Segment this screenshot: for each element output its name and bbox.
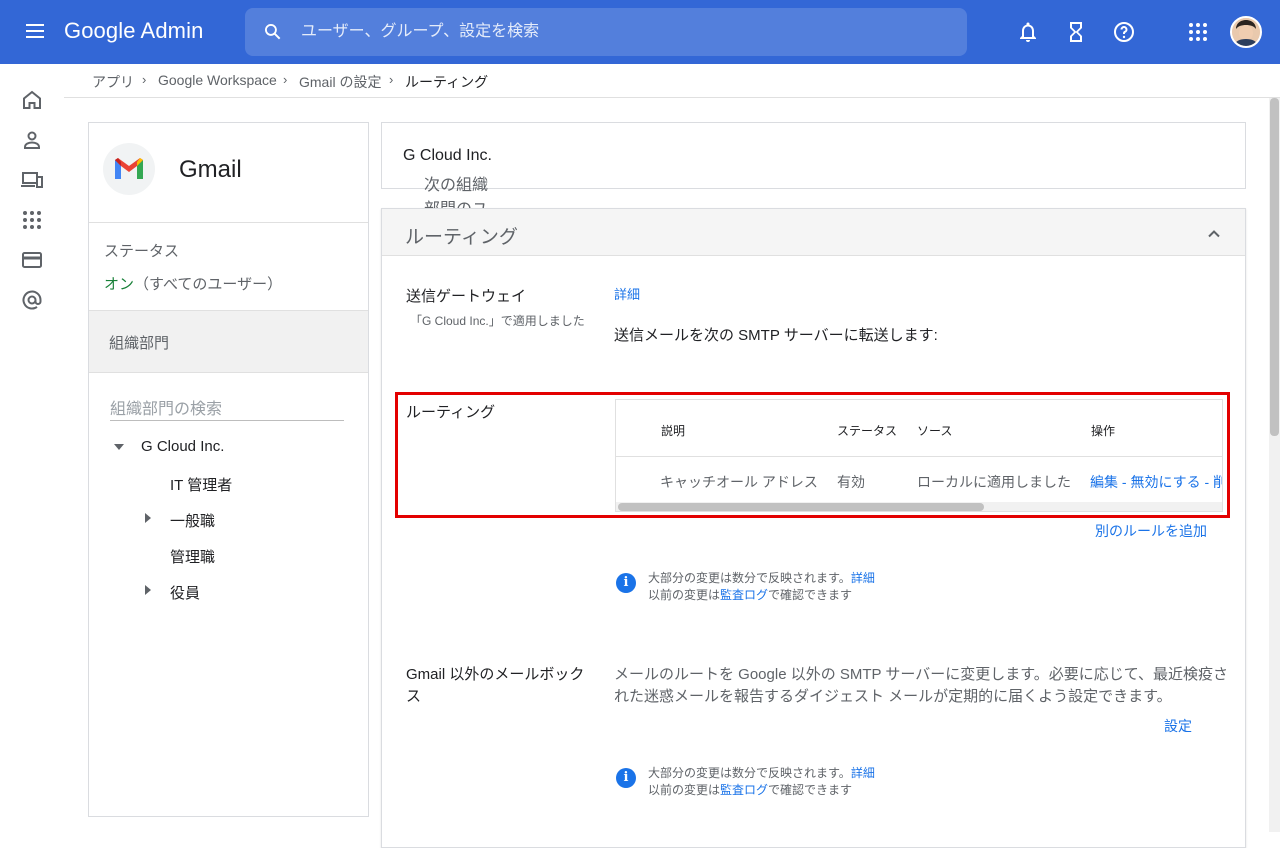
horizontal-scrollbar-thumb[interactable] <box>618 503 984 511</box>
breadcrumb-gmail-settings[interactable]: Gmail の設定 <box>299 72 381 92</box>
non-gmail-settings-link[interactable]: 設定 <box>1164 716 1192 736</box>
caret-down-icon[interactable] <box>114 444 124 450</box>
person-icon[interactable] <box>20 128 44 152</box>
info-icon: i <box>616 573 636 593</box>
org-tree-root[interactable]: G Cloud Inc. <box>141 438 224 455</box>
org-tree-item-general[interactable]: 一般職 <box>170 510 215 531</box>
column-header-status[interactable]: ステータス <box>837 422 897 439</box>
info-message-1: 大部分の変更は数分で反映されます。詳細 以前の変更は監査ログで確認できます <box>648 570 875 604</box>
outbound-applied-text: 「G Cloud Inc.」で適用しました <box>410 314 585 328</box>
non-gmail-label-line1: Gmail 以外のメールボック <box>406 666 585 683</box>
main-content: 次の組織部門のユーザー設定を表示しています: G Cloud Inc. ルーティ… <box>381 122 1246 848</box>
cell-status: 有効 <box>837 474 865 490</box>
info-message-2: 大部分の変更は数分で反映されます。詳細 以前の変更は監査ログで確認できます <box>648 765 875 799</box>
orgunit-header: 組織部門 <box>89 310 368 373</box>
top-app-bar: Google Admin <box>0 0 1280 64</box>
cell-description: キャッチオール アドレス <box>660 474 818 490</box>
search-bar[interactable] <box>245 8 967 56</box>
outbound-description: 送信メールを次の SMTP サーバーに転送します: <box>614 327 938 344</box>
search-icon[interactable] <box>263 22 283 42</box>
chevron-right-icon: › <box>389 72 394 87</box>
billing-icon[interactable] <box>20 248 44 272</box>
info-detail-link[interactable]: 詳細 <box>851 571 875 585</box>
bell-icon[interactable] <box>1016 20 1040 44</box>
gmail-logo-icon <box>103 143 155 195</box>
left-nav-rail <box>0 64 64 832</box>
org-search-input[interactable] <box>110 399 344 421</box>
info-text: 以前の変更は <box>648 783 721 797</box>
status-scope: （すべてのユーザー） <box>134 276 283 293</box>
notice-org: G Cloud Inc. <box>403 147 492 164</box>
caret-right-icon[interactable] <box>145 513 151 523</box>
audit-log-link[interactable]: 監査ログ <box>720 783 768 797</box>
hourglass-icon[interactable] <box>1064 20 1088 44</box>
org-tree-item-it-admin[interactable]: IT 管理者 <box>170 474 232 495</box>
info-text: 大部分の変更は数分で反映されます。 <box>648 571 851 585</box>
apps-icon[interactable] <box>20 208 44 232</box>
column-header-description[interactable]: 説明 <box>661 422 685 439</box>
cell-actions-links[interactable]: 編集 - 無効にする - 削除 <box>1090 472 1222 492</box>
at-icon[interactable] <box>20 288 44 312</box>
section-header[interactable]: ルーティング <box>382 209 1245 256</box>
status-value: オン（すべてのユーザー） <box>104 273 282 294</box>
breadcrumb-routing: ルーティング <box>405 74 489 90</box>
routing-label: ルーティング <box>406 404 496 421</box>
breadcrumb: アプリ › Google Workspace › Gmail の設定 › ルーテ… <box>64 64 1280 98</box>
app-logo[interactable]: Google Admin <box>64 18 203 44</box>
column-header-actions[interactable]: 操作 <box>1091 422 1115 439</box>
non-gmail-label-line2: ス <box>406 688 422 705</box>
column-header-source[interactable]: ソース <box>917 422 952 439</box>
help-icon[interactable] <box>1112 20 1136 44</box>
info-icon: i <box>616 768 636 788</box>
status-on: オン <box>104 276 135 293</box>
org-tree-item-executives[interactable]: 役員 <box>170 582 200 603</box>
chevron-up-icon[interactable] <box>1206 226 1222 242</box>
outbound-detail-link[interactable]: 詳細 <box>614 284 640 303</box>
audit-log-link[interactable]: 監査ログ <box>720 588 768 602</box>
section-title: ルーティング <box>405 227 518 248</box>
non-gmail-desc-line2: れた迷惑メールを報告するダイジェスト メールが定期的に届くよう設定できます。 <box>614 688 1172 705</box>
info-text: 以前の変更は <box>648 588 721 602</box>
vertical-scrollbar-thumb[interactable] <box>1270 98 1279 436</box>
home-icon[interactable] <box>20 88 44 112</box>
divider <box>89 222 368 223</box>
outbound-gateway-label: 送信ゲートウェイ <box>406 288 527 305</box>
status-label: ステータス <box>104 243 180 260</box>
chevron-right-icon: › <box>142 72 147 87</box>
caret-right-icon[interactable] <box>145 585 151 595</box>
search-input[interactable] <box>301 8 941 56</box>
chevron-right-icon: › <box>283 72 288 87</box>
app-info-panel: Gmail ステータス オン（すべてのユーザー） 組織部門 G Cloud In… <box>88 122 369 817</box>
routing-section: ルーティング 送信ゲートウェイ 「G Cloud Inc.」で適用しました 詳細… <box>381 208 1246 848</box>
non-gmail-desc-line1: メールのルートを Google 以外の SMTP サーバーに変更します。必要に応… <box>614 666 1229 683</box>
add-rule-link[interactable]: 別のルールを追加 <box>1095 521 1207 541</box>
cell-source: ローカルに適用しました <box>917 474 1071 490</box>
app-name: Gmail <box>179 156 242 183</box>
breadcrumb-apps[interactable]: アプリ <box>92 72 134 92</box>
info-text: で確認できます <box>768 588 853 602</box>
info-detail-link[interactable]: 詳細 <box>851 766 875 780</box>
non-gmail-mailbox-label: Gmail 以外のメールボック ス <box>406 664 584 708</box>
routing-table: 説明 ステータス ソース 操作 キャッチオール アドレス 有効 ローカルに適用し… <box>615 399 1223 512</box>
non-gmail-description: メールのルートを Google 以外の SMTP サーバーに変更します。必要に応… <box>614 664 1228 708</box>
notice-text: 次の組織部門のユーザー設定を表示しています: G Cloud Inc. <box>403 147 492 314</box>
menu-icon[interactable] <box>24 22 46 42</box>
row-divider <box>616 456 1222 457</box>
info-text: で確認できます <box>768 783 853 797</box>
org-notice: 次の組織部門のユーザー設定を表示しています: G Cloud Inc. <box>381 122 1246 314</box>
devices-icon[interactable] <box>20 168 44 192</box>
breadcrumb-workspace[interactable]: Google Workspace <box>158 72 277 88</box>
org-tree-item-management[interactable]: 管理職 <box>170 546 215 567</box>
avatar[interactable] <box>1230 16 1262 48</box>
orgunit-label: 組織部門 <box>109 335 170 352</box>
info-text: 大部分の変更は数分で反映されます。 <box>648 766 851 780</box>
apps-grid-icon[interactable] <box>1186 20 1210 44</box>
